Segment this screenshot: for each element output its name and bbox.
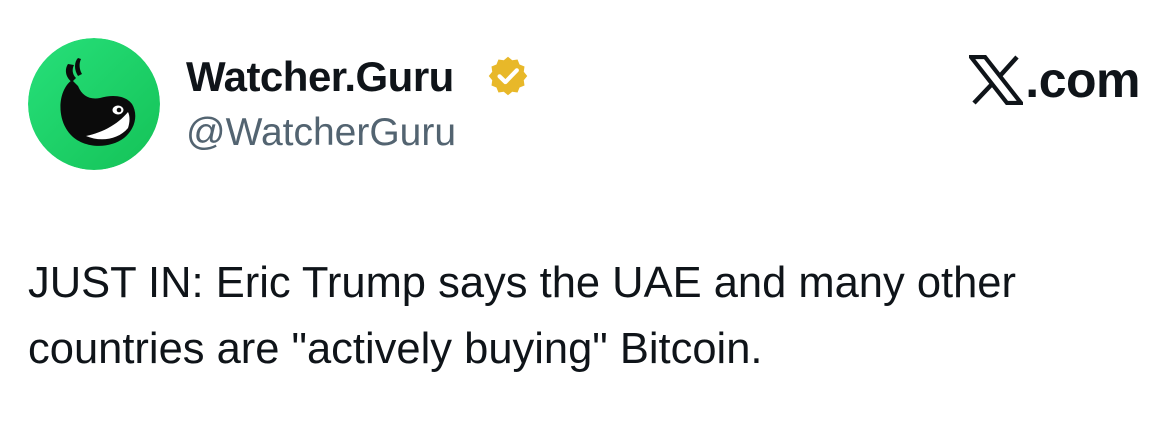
x-logo-icon — [969, 55, 1024, 105]
platform-logo[interactable]: .com — [969, 52, 1140, 108]
verified-badge-icon — [488, 56, 528, 96]
whale-icon — [28, 38, 160, 170]
display-name[interactable]: Watcher.Guru — [186, 52, 454, 102]
user-handle[interactable]: @WatcherGuru — [186, 110, 456, 156]
tweet-text: JUST IN: Eric Trump says the UAE and man… — [28, 259, 1016, 373]
avatar[interactable] — [28, 38, 160, 170]
tweet-card: Watcher.Guru @WatcherGuru .com JUST IN: … — [0, 0, 1158, 440]
platform-domain: .com — [1025, 52, 1140, 108]
